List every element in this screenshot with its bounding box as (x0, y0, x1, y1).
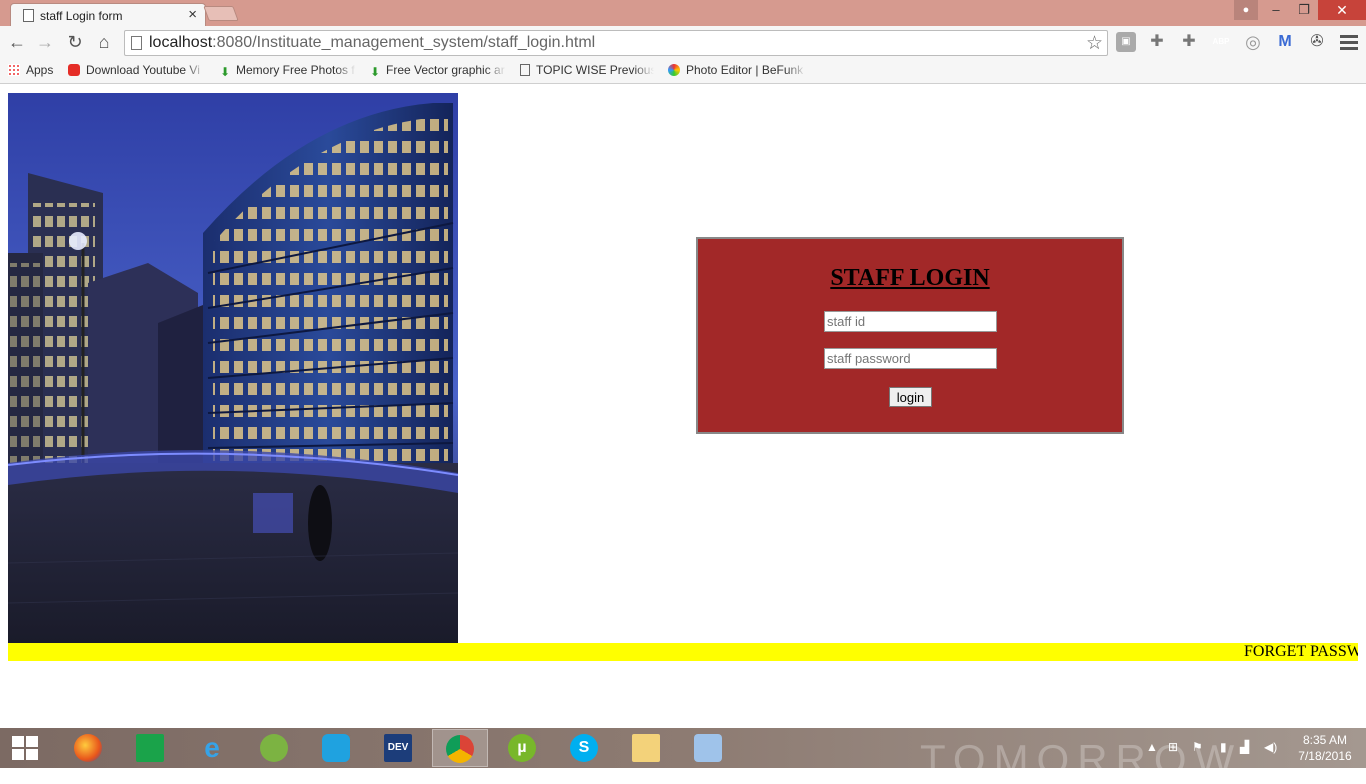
action-center-icon[interactable]: ⚑ (1192, 740, 1203, 754)
apps-grid-icon (8, 64, 20, 76)
virtualbox-icon[interactable] (680, 729, 736, 767)
marquee-text[interactable]: FORGET PASSWORD (1244, 643, 1358, 661)
bookmark-befunky[interactable]: Photo Editor | BeFunk (668, 63, 806, 81)
close-tab-icon[interactable]: × (188, 6, 197, 23)
chrome-menu-icon[interactable] (1340, 32, 1358, 52)
bookmark-label: Free Vector graphic ar (386, 63, 505, 77)
network-icon[interactable]: ▟ (1240, 740, 1249, 754)
bookmark-star-icon[interactable]: ☆ (1086, 32, 1103, 55)
office-icon[interactable]: ▣ (1116, 32, 1136, 52)
window-titlebar: staff Login form × ● – ❐ ✕ (0, 0, 1366, 27)
connect-icon[interactable] (308, 729, 364, 767)
page-viewport: STAFF LOGIN login FORGET PASSWORD (0, 85, 1366, 728)
page-icon (131, 36, 142, 50)
circle-extension-icon[interactable]: ◎ (1243, 32, 1263, 52)
user-profile-icon[interactable]: ● (1234, 0, 1258, 20)
puzzle-icon[interactable]: ✚ (1179, 32, 1199, 52)
download-arrow-icon: ⬇ (220, 65, 231, 79)
windows-taskbar: TOMORROW e DEV µ S ▲ ⊞ ⚑ ▮ ▟ ◀) 8:35 AM … (0, 728, 1366, 783)
gmail-icon[interactable]: M (1275, 32, 1295, 52)
staff-password-input[interactable] (824, 348, 997, 369)
forget-password-marquee[interactable]: FORGET PASSWORD (8, 643, 1358, 661)
chrome-icon[interactable] (432, 729, 488, 767)
tab-title: staff Login form (40, 9, 123, 23)
staff-id-input[interactable] (824, 311, 997, 332)
windows-start-icon[interactable] (12, 736, 40, 760)
show-hidden-icons-icon[interactable]: ▲ (1146, 740, 1158, 754)
reload-icon[interactable]: ↻ (64, 31, 86, 53)
back-icon[interactable]: ← (6, 31, 28, 53)
download-arrow-icon: ⬇ (370, 65, 381, 79)
store-icon[interactable] (122, 729, 178, 767)
bookmarks-bar: Apps Download Youtube Vi ⬇ Memory Free Ph… (0, 59, 1366, 84)
bookmark-memory-free[interactable]: ⬇ Memory Free Photos f (220, 63, 356, 81)
adblock-label: ABP (1212, 37, 1230, 46)
page-icon (520, 64, 530, 76)
utorrent-icon[interactable]: µ (494, 729, 550, 767)
bookmark-apps[interactable]: Apps (8, 63, 60, 81)
bookmark-label: Photo Editor | BeFunk (686, 63, 804, 77)
battery-icon[interactable]: ▮ (1220, 740, 1227, 754)
bookmark-label: TOPIC WISE Previous (536, 63, 654, 77)
home-icon[interactable]: ⌂ (93, 31, 115, 53)
clock-date: 7/18/2016 (1298, 749, 1352, 763)
login-button[interactable]: login (889, 387, 932, 407)
system-clock[interactable]: 8:35 AM 7/18/2016 (1290, 732, 1360, 764)
android-studio-icon[interactable] (246, 729, 302, 767)
building-photo (8, 93, 458, 643)
puzzle-icon[interactable]: ✚ (1147, 32, 1167, 52)
skype-icon[interactable]: S (556, 729, 612, 767)
bookmark-free-vector[interactable]: ⬇ Free Vector graphic ar (370, 63, 506, 81)
bookmark-youtube[interactable]: Download Youtube Vi (68, 63, 206, 81)
youtube-icon (68, 64, 80, 76)
volume-icon[interactable]: ◀) (1264, 740, 1277, 754)
ie-icon[interactable]: e (184, 729, 240, 767)
dev-cpp-icon[interactable]: DEV (370, 729, 426, 767)
browser-tab[interactable]: staff Login form × (10, 3, 206, 27)
login-title: STAFF LOGIN (830, 265, 990, 291)
address-bar[interactable]: localhost:8080/Instituate_management_sys… (124, 30, 1108, 56)
bookmark-label: Apps (26, 63, 54, 77)
befunky-icon (668, 64, 680, 76)
close-window-icon[interactable]: ✕ (1318, 0, 1366, 20)
film-reel-icon[interactable]: ✇ (1307, 32, 1327, 52)
restore-icon[interactable]: ❐ (1290, 0, 1318, 20)
clock-time: 8:35 AM (1302, 733, 1348, 747)
staff-login-form: STAFF LOGIN login (696, 237, 1124, 434)
bookmark-label: Memory Free Photos f (236, 63, 355, 77)
windows-flag-icon[interactable]: ⊞ (1168, 740, 1178, 754)
new-tab-button[interactable] (203, 6, 239, 21)
minimize-icon[interactable]: – (1262, 0, 1290, 20)
bookmark-label: Download Youtube Vi (86, 63, 200, 77)
forward-icon[interactable]: → (34, 31, 56, 53)
firefox-icon[interactable] (60, 729, 116, 767)
bookmark-topic-wise[interactable]: TOPIC WISE Previous (520, 63, 654, 81)
url-text[interactable]: localhost:8080/Instituate_management_sys… (149, 34, 595, 52)
adblock-icon[interactable]: ABP (1211, 32, 1231, 52)
page-icon (23, 9, 34, 22)
folder-icon[interactable] (618, 729, 674, 767)
